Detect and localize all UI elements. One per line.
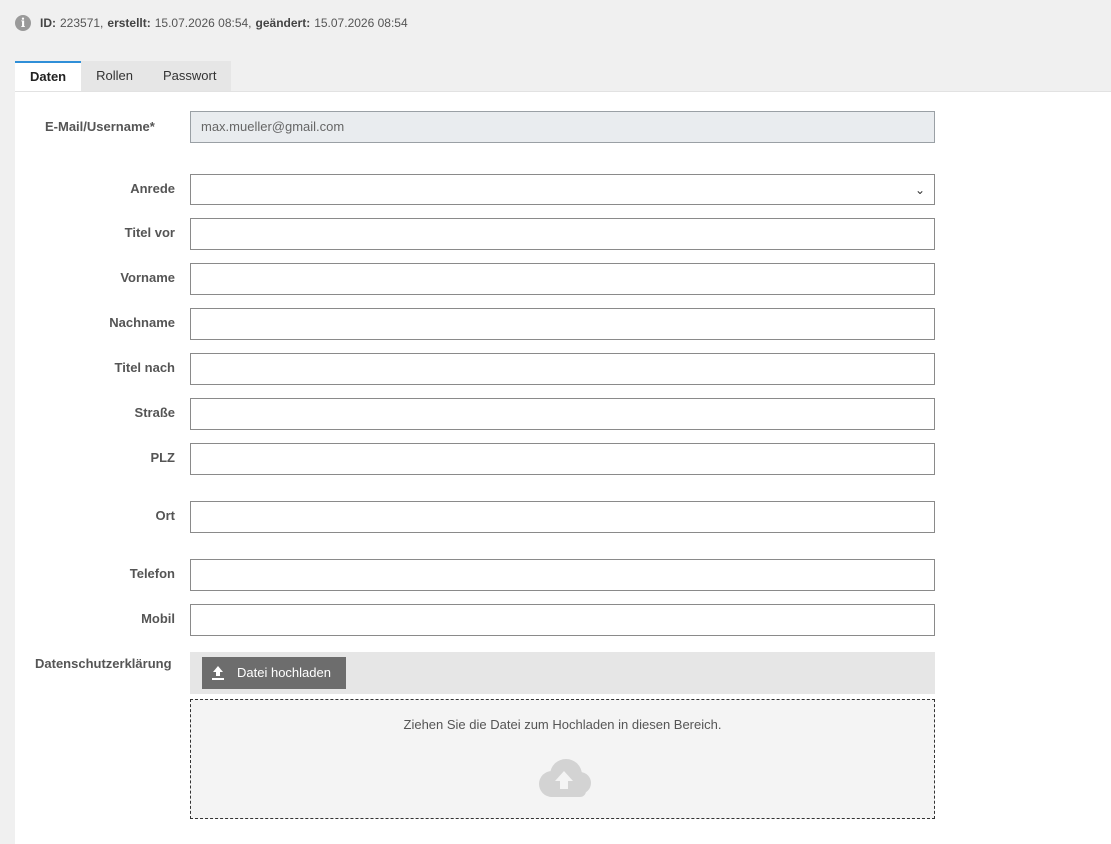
chevron-down-icon: ⌄ — [914, 183, 925, 197]
titel-vor-field[interactable] — [190, 218, 935, 250]
datenschutz-label: Datenschutzerklärung — [35, 656, 172, 671]
vorname-field[interactable] — [190, 263, 935, 295]
id-label: ID: — [40, 16, 56, 30]
tab-daten[interactable]: Daten — [15, 61, 82, 91]
plz-label: PLZ — [150, 450, 175, 465]
changed-value: 15.07.2026 08:54 — [314, 16, 408, 30]
upload-button[interactable]: Datei hochladen — [202, 657, 346, 689]
upload-button-label: Datei hochladen — [237, 665, 331, 680]
titel-nach-field[interactable] — [190, 353, 935, 385]
plz-field[interactable] — [190, 443, 935, 475]
nachname-field[interactable] — [190, 308, 935, 340]
telefon-field[interactable] — [190, 559, 935, 591]
ort-field[interactable] — [190, 501, 935, 533]
upload-icon — [212, 666, 224, 680]
created-label: erstellt: — [107, 16, 151, 30]
record-meta: i ID: 223571, erstellt: 15.07.2026 08:54… — [15, 14, 408, 32]
file-dropzone[interactable]: Ziehen Sie die Datei zum Hochladen in di… — [190, 699, 935, 819]
strasse-field[interactable] — [190, 398, 935, 430]
tab-rollen[interactable]: Rollen — [81, 61, 148, 91]
tab-bar: Daten Rollen Passwort — [15, 61, 232, 91]
created-value: 15.07.2026 08:54, — [154, 16, 252, 30]
anrede-select[interactable]: ⌄ — [190, 174, 935, 205]
form-panel: E-Mail/Username* max.mueller@gmail.com A… — [15, 91, 1111, 844]
tab-passwort[interactable]: Passwort — [147, 61, 232, 91]
mobil-field[interactable] — [190, 604, 935, 636]
strasse-label: Straße — [134, 405, 175, 420]
email-field[interactable]: max.mueller@gmail.com — [190, 111, 935, 143]
upload-toolbar: Datei hochladen — [190, 652, 935, 694]
info-icon: i — [15, 15, 31, 31]
mobil-label: Mobil — [141, 611, 175, 626]
titel-nach-label: Titel nach — [114, 360, 175, 375]
cloud-upload-icon — [539, 759, 591, 797]
email-label: E-Mail/Username* — [45, 119, 155, 134]
nachname-label: Nachname — [109, 315, 175, 330]
dropzone-text: Ziehen Sie die Datei zum Hochladen in di… — [403, 717, 722, 732]
changed-label: geändert: — [255, 16, 311, 30]
anrede-label: Anrede — [130, 181, 175, 196]
vorname-label: Vorname — [120, 270, 175, 285]
titel-vor-label: Titel vor — [124, 225, 175, 240]
id-value: 223571, — [60, 16, 104, 30]
telefon-label: Telefon — [129, 566, 175, 581]
ort-label: Ort — [155, 508, 176, 523]
